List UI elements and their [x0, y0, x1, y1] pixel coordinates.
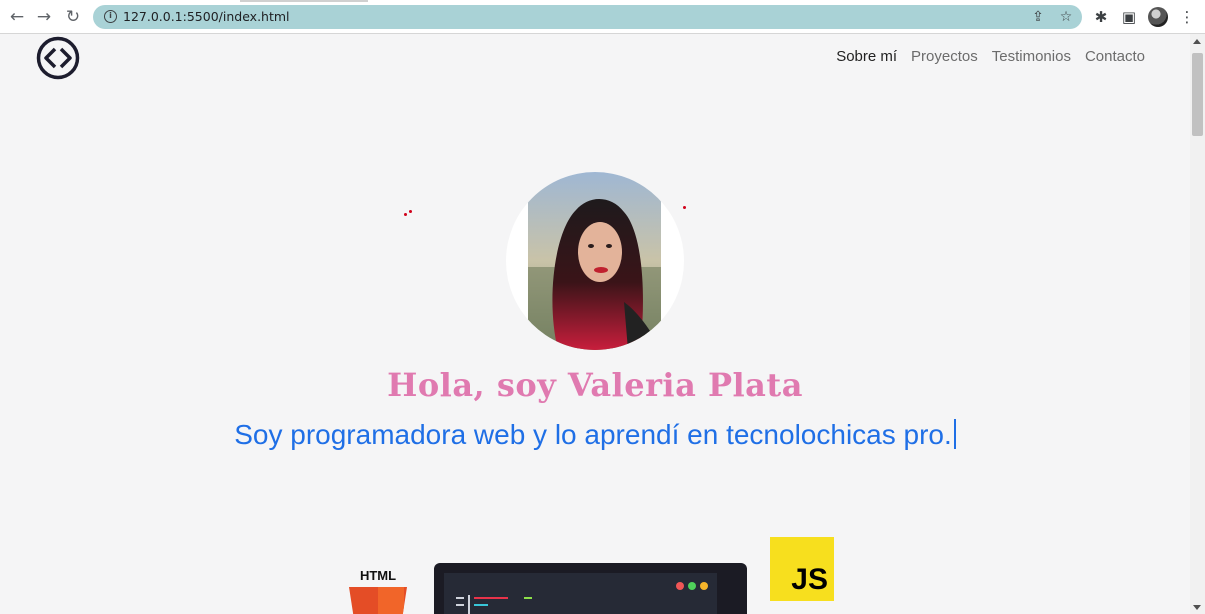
window-close-dot — [676, 582, 684, 590]
greeting-heading: Hola, soy Valeria Plata — [387, 366, 803, 404]
javascript-logo-icon: JS — [770, 537, 834, 601]
typed-subtitle: Soy programadora web y lo aprendí en tec… — [0, 419, 1190, 451]
profile-photo-frame — [506, 172, 684, 350]
nav-link-testimonios[interactable]: Testimonios — [992, 48, 1071, 65]
browser-toolbar: ← → ↻ i 127.0.0.1:5500/index.html ⇪ ☆ ✱ … — [0, 0, 1205, 34]
html5-shield-icon — [349, 587, 407, 614]
profile-photo — [528, 172, 661, 350]
js-label: JS — [791, 563, 828, 596]
code-logo-icon[interactable] — [36, 36, 80, 80]
address-bar[interactable]: i 127.0.0.1:5500/index.html ⇪ ☆ — [93, 5, 1082, 29]
scroll-up-arrow-icon[interactable] — [1193, 39, 1201, 44]
side-panel-icon[interactable]: ▣ — [1119, 7, 1139, 27]
html-label: HTML — [359, 568, 397, 583]
nav-link-sobre-mi[interactable]: Sobre mí — [836, 48, 897, 65]
typing-caret — [953, 419, 956, 449]
active-tab-indicator — [240, 0, 368, 2]
browser-menu-icon[interactable]: ⋮ — [1177, 7, 1197, 27]
decorative-dot — [404, 213, 407, 216]
scroll-down-arrow-icon[interactable] — [1193, 605, 1201, 610]
bookmark-star-icon[interactable]: ☆ — [1057, 8, 1075, 26]
reload-icon[interactable]: ↻ — [62, 6, 84, 28]
forward-icon[interactable]: → — [33, 6, 55, 28]
editor-screen — [444, 573, 717, 614]
html5-logo-icon: HTML — [346, 568, 410, 614]
profile-avatar[interactable] — [1148, 7, 1168, 27]
main-nav: Sobre mí Proyectos Testimonios Contacto — [836, 48, 1145, 65]
nav-link-contacto[interactable]: Contacto — [1085, 48, 1145, 65]
decorative-dot — [409, 210, 412, 213]
url-text[interactable]: 127.0.0.1:5500/index.html — [123, 9, 290, 24]
back-icon[interactable]: ← — [6, 6, 28, 28]
nav-link-proyectos[interactable]: Proyectos — [911, 48, 978, 65]
extensions-icon[interactable]: ✱ — [1091, 7, 1111, 27]
window-maximize-dot — [688, 582, 696, 590]
scrollbar-thumb[interactable] — [1192, 53, 1203, 136]
share-icon[interactable]: ⇪ — [1029, 8, 1047, 26]
window-minimize-dot — [700, 582, 708, 590]
decorative-dot — [683, 206, 686, 209]
page-scrollbar[interactable] — [1190, 34, 1205, 614]
site-info-icon[interactable]: i — [104, 10, 117, 23]
subtitle-text: Soy programadora web y lo aprendí en tec… — [234, 419, 952, 450]
code-editor-illustration — [434, 563, 747, 614]
